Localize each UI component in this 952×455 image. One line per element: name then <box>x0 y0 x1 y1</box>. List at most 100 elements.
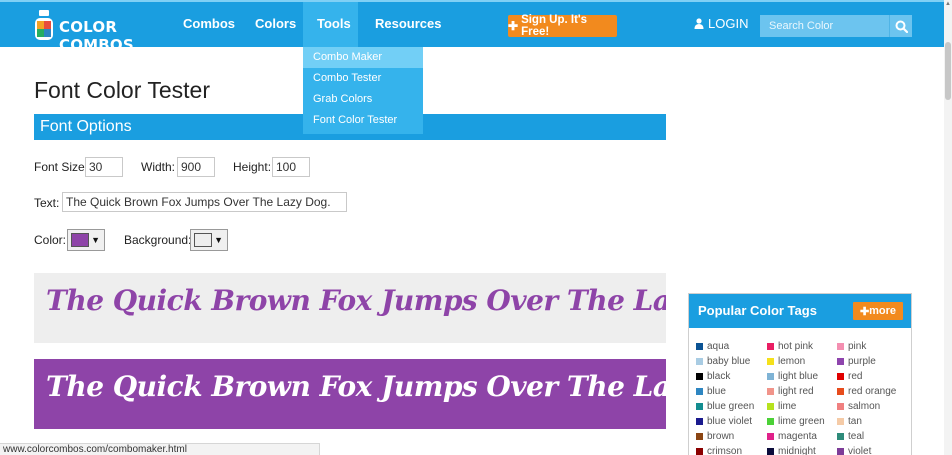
more-tags-button[interactable]: ✚ more <box>853 302 903 320</box>
height-label: Height: <box>233 160 272 174</box>
color-tag[interactable]: violet <box>837 445 871 455</box>
color-tag[interactable]: red orange <box>837 385 896 397</box>
color-tag-label: blue <box>707 385 726 397</box>
color-tag[interactable]: lime <box>767 400 796 412</box>
color-tag-label: violet <box>848 445 872 455</box>
menu-item-combo-maker[interactable]: Combo Maker <box>303 47 423 68</box>
color-swatch-icon <box>837 447 844 455</box>
color-tag[interactable]: pink <box>837 340 866 352</box>
signup-label: Sign Up. It's Free! <box>521 14 588 38</box>
search-button[interactable] <box>889 15 912 37</box>
search-input[interactable] <box>760 15 889 37</box>
nav-resources[interactable]: Resources <box>375 16 441 31</box>
color-tag-label: salmon <box>848 400 881 412</box>
color-tag[interactable]: teal <box>837 430 864 442</box>
color-tag-label: purple <box>848 355 876 367</box>
color-tag[interactable]: lemon <box>767 355 805 367</box>
color-swatch-icon <box>696 417 703 425</box>
signup-button[interactable]: ✚ Sign Up. It's Free! <box>508 14 617 38</box>
color-tag-label: red orange <box>848 385 897 397</box>
color-tag[interactable]: magenta <box>767 430 817 442</box>
color-tag-label: lime green <box>778 415 825 427</box>
color-tag[interactable]: midnight <box>767 445 816 455</box>
color-tag[interactable]: red <box>837 370 862 382</box>
color-tag-label: hot pink <box>778 340 814 352</box>
text-label: Text: <box>34 196 60 210</box>
color-tag-label: magenta <box>778 430 817 442</box>
vertical-scrollbar[interactable]: ▲ <box>944 0 952 455</box>
color-tag[interactable]: light red <box>767 385 814 397</box>
color-swatch-icon <box>837 342 844 350</box>
page: COLOR COMBOS Combos Colors Tools Resourc… <box>0 0 952 455</box>
color-tag[interactable]: purple <box>837 355 876 367</box>
color-tag-label: tan <box>848 415 862 427</box>
preview-light: The Quick Brown Fox Jumps Over The Lazy … <box>34 273 666 343</box>
scroll-thumb[interactable] <box>945 42 951 100</box>
color-tag[interactable]: light blue <box>767 370 818 382</box>
menu-item-grab-colors[interactable]: Grab Colors <box>303 89 423 110</box>
site-logo[interactable]: COLOR COMBOS <box>34 10 164 54</box>
color-swatch-icon <box>837 357 844 365</box>
color-swatch-icon <box>767 417 774 425</box>
plus-icon: ✚ <box>859 305 870 318</box>
menu-item-combo-tester[interactable]: Combo Tester <box>303 68 423 89</box>
text-input[interactable] <box>62 192 347 212</box>
color-tag[interactable]: brown <box>696 430 734 442</box>
nav-combos[interactable]: Combos <box>183 16 235 31</box>
dropdown-arrow-icon: ▼ <box>214 235 223 245</box>
color-tag[interactable]: tan <box>837 415 862 427</box>
search-icon <box>895 20 908 33</box>
page-title: Font Color Tester <box>34 77 210 103</box>
color-tag-label: aqua <box>707 340 730 352</box>
scroll-up-arrow-icon[interactable]: ▲ <box>944 0 952 8</box>
nav-tools[interactable]: Tools <box>317 16 351 31</box>
color-swatch-icon <box>696 357 703 365</box>
color-tag[interactable]: crimson <box>696 445 742 455</box>
color-swatch-icon <box>696 432 703 440</box>
background-color-picker[interactable]: ▼ <box>190 229 228 251</box>
color-tag[interactable]: aqua <box>696 340 729 352</box>
color-swatch-icon <box>696 447 703 455</box>
tags-header: Popular Color Tags ✚ more <box>689 294 911 328</box>
color-swatch-icon <box>837 417 844 425</box>
color-tag[interactable]: salmon <box>837 400 880 412</box>
color-tag[interactable]: hot pink <box>767 340 813 352</box>
text-color-picker[interactable]: ▼ <box>67 229 105 251</box>
height-input[interactable] <box>272 157 310 177</box>
color-tag-label: red <box>848 370 863 382</box>
color-swatch-icon <box>837 387 844 395</box>
color-swatch-icon <box>767 342 774 350</box>
color-tag[interactable]: blue <box>696 385 726 397</box>
color-tag-label: blue green <box>707 400 755 412</box>
color-swatch-icon <box>767 402 774 410</box>
background-label: Background: <box>124 233 192 247</box>
color-swatch-icon <box>837 402 844 410</box>
color-tag-label: brown <box>707 430 735 442</box>
color-tag-label: light blue <box>778 370 819 382</box>
color-swatch-icon <box>696 372 703 380</box>
font-size-input[interactable] <box>85 157 123 177</box>
color-swatch-icon <box>767 372 774 380</box>
color-tag-label: blue violet <box>707 415 753 427</box>
color-tag-label: lemon <box>778 355 806 367</box>
nav-colors[interactable]: Colors <box>255 16 296 31</box>
paint-jar-icon <box>35 10 53 40</box>
color-tag[interactable]: lime green <box>767 415 825 427</box>
color-tag-label: crimson <box>707 445 743 455</box>
width-label: Width: <box>141 160 176 174</box>
width-input[interactable] <box>177 157 215 177</box>
color-tag-label: light red <box>778 385 814 397</box>
preview-text-light: The Quick Brown Fox Jumps Over The Lazy … <box>46 284 666 317</box>
color-swatch-icon <box>767 432 774 440</box>
text-color-swatch <box>71 233 89 247</box>
menu-item-font-color-tester[interactable]: Font Color Tester <box>303 110 423 131</box>
color-tag[interactable]: black <box>696 370 730 382</box>
color-tag[interactable]: blue green <box>696 400 754 412</box>
login-link[interactable]: LOGIN <box>694 16 748 31</box>
color-tag[interactable]: baby blue <box>696 355 750 367</box>
color-tag-label: lime <box>778 400 797 412</box>
color-swatch-icon <box>767 387 774 395</box>
color-swatch-icon <box>767 357 774 365</box>
color-tag-label: pink <box>848 340 867 352</box>
color-tag[interactable]: blue violet <box>696 415 752 427</box>
